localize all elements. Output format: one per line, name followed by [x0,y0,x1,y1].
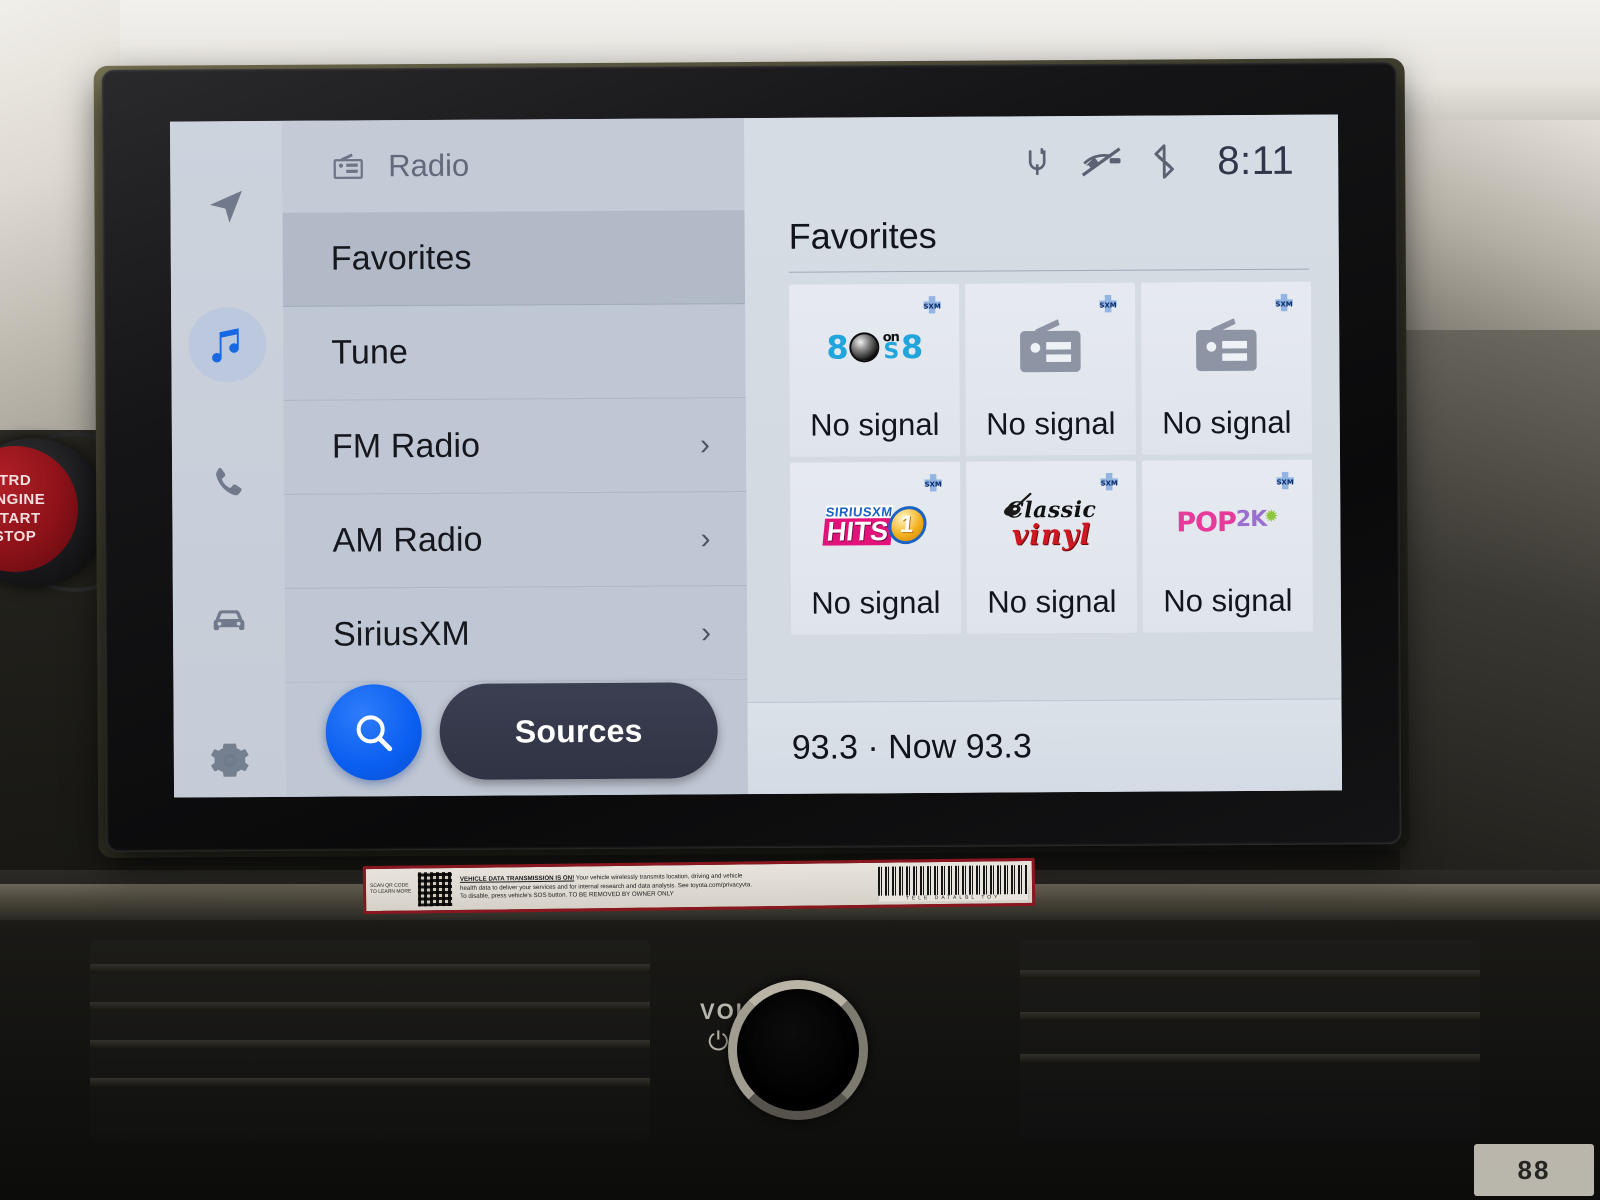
svg-text:SXM: SXM [925,481,942,489]
logo-80s-left: 8 [826,327,848,367]
logo-pop2k-star: ✹ [1264,506,1279,527]
rail-item-navigation[interactable] [187,169,265,244]
tile-caption: No signal [986,405,1116,442]
dashboard-right-lower [1400,330,1600,930]
tile-caption: No signal [987,583,1117,620]
vehicle-data-sticker: SCAN QR CODE TO LEARN MORE VEHICLE DATA … [362,857,1036,915]
sources-button[interactable]: Sources [439,682,718,780]
panel-header: Radio [281,118,745,213]
svg-text:SXM: SXM [923,303,940,311]
barcode: TELE DATALBL TOY [877,864,1029,902]
favorite-tile[interactable]: SXM Classic vinyl No signal [966,460,1138,634]
svg-text:SXM: SXM [1275,300,1292,308]
qi-wireless-charging-icon[interactable] [1023,145,1051,179]
tile-caption: No signal [1163,582,1293,619]
tile-caption: No signal [811,584,941,621]
favorites-title: Favorites [788,214,937,257]
search-icon [356,715,393,752]
rail-item-media[interactable] [188,307,267,383]
clock: 8:11 [1217,138,1295,183]
barcode-label: TELE DATALBL TOY [878,893,1029,902]
now-playing-bar[interactable]: 93.3 · Now 93.3 [747,698,1343,795]
menu-item-label: FM Radio [331,426,481,466]
sticker-body1: Your vehicle wirelessly transmits locati… [575,872,743,882]
favorites-grid: SXM 8 on S 8 No signal SXM No signal SXM… [745,269,1341,635]
svg-text:SXM: SXM [1099,302,1116,310]
search-button[interactable] [325,684,422,781]
radio-menu-panel: Radio Favorites Tune FM Radio › AM Radio… [281,118,749,797]
start-button-trd: TRD [0,472,32,489]
air-vent-right [1020,940,1480,1140]
power-icon: ⏻ [708,1026,729,1056]
start-button-stop: STOP [0,528,37,546]
menu-item-label: Tune [331,333,409,372]
sticker-body: VEHICLE DATA TRANSMISSION IS ON! Your ve… [456,871,878,901]
tile-caption: No signal [1162,404,1292,441]
favorites-panel: 8:11 Favorites SXM 8 on S 8 No signal SX… [743,114,1343,795]
sxm-badge-icon: SXM [924,474,942,492]
sticker-headline: VEHICLE DATA TRANSMISSION IS ON! [459,874,575,884]
radio-icon [333,153,363,180]
navigation-arrow-icon [209,190,242,223]
lower-mini-display: 88 [1474,1144,1594,1196]
menu-item-fm-radio[interactable]: FM Radio › [283,398,747,495]
rail-item-vehicle[interactable] [190,584,268,659]
phone-icon [216,467,242,496]
radio-icon [1196,317,1257,371]
favorite-tile[interactable]: SXM 8 on S 8 No signal [788,283,961,457]
logo-pop2k-2k: 2K [1235,506,1267,533]
favorite-tile[interactable]: SXM SIRIUSXM HITS 1 No signal [790,461,962,635]
volume-knob[interactable] [728,980,868,1120]
chevron-right-icon: › [699,427,711,461]
rail-item-phone[interactable] [189,446,267,521]
sxm-badge-icon: SXM [1100,472,1118,491]
favorite-tile[interactable]: SXM No signal [1140,281,1312,455]
dashboard-photo: TRD ENGINE START STOP [0,0,1600,1200]
sxm-badge-icon: SXM [923,296,941,314]
qr-code-icon [417,872,453,907]
sticker-scan-text: SCAN QR CODE TO LEARN MORE [369,882,412,896]
infotainment-screen[interactable]: Radio Favorites Tune FM Radio › AM Radio… [169,114,1343,798]
radio-icon [1020,318,1081,372]
svg-text:SXM: SXM [1277,478,1294,486]
chevron-right-icon: › [700,615,712,649]
mute-call-icon[interactable] [1079,145,1123,179]
menu-item-label: Favorites [330,238,472,278]
chevron-right-icon: › [700,521,711,555]
menu-item-label: SiriusXM [332,614,471,654]
svg-text:SXM: SXM [1101,480,1118,488]
logo-vinyl-bottom: vinyl [1011,517,1092,551]
logo-80s-s: S [883,339,899,365]
menu-item-favorites[interactable]: Favorites [282,210,746,307]
logo-pop2k-pop: POP [1176,507,1236,539]
sxm-badge-icon: SXM [1099,294,1117,313]
favorite-tile[interactable]: SXM No signal [964,282,1136,456]
logo-80s-orb [849,331,880,362]
air-vent-left [90,940,650,1140]
logo-80s-right: 8 [900,327,923,366]
menu-item-tune[interactable]: Tune [283,304,746,401]
sxm-badge-icon: SXM [1276,471,1294,490]
gear-icon [210,743,249,777]
panel-header-title: Radio [388,147,470,184]
start-button-start: START [0,509,41,527]
bluetooth-icon[interactable] [1151,143,1177,179]
car-icon [213,610,245,631]
start-button-engine: ENGINE [0,490,46,508]
music-note-icon [212,327,239,363]
menu-item-am-radio[interactable]: AM Radio › [284,492,747,589]
favorite-tile[interactable]: SXM POP 2K ✹ No signal [1142,459,1314,633]
logo-80s-on8: on S [883,330,899,365]
sxm-badge-icon: SXM [1275,293,1293,312]
logo-hits1-word: HITS [822,516,893,546]
tile-caption: No signal [810,406,940,443]
app-rail [169,120,287,798]
status-bar: 8:11 [744,114,1339,210]
menu-item-label: AM Radio [332,520,483,560]
panel-action-bar: Sources [285,666,749,797]
rail-item-settings[interactable] [191,723,269,798]
